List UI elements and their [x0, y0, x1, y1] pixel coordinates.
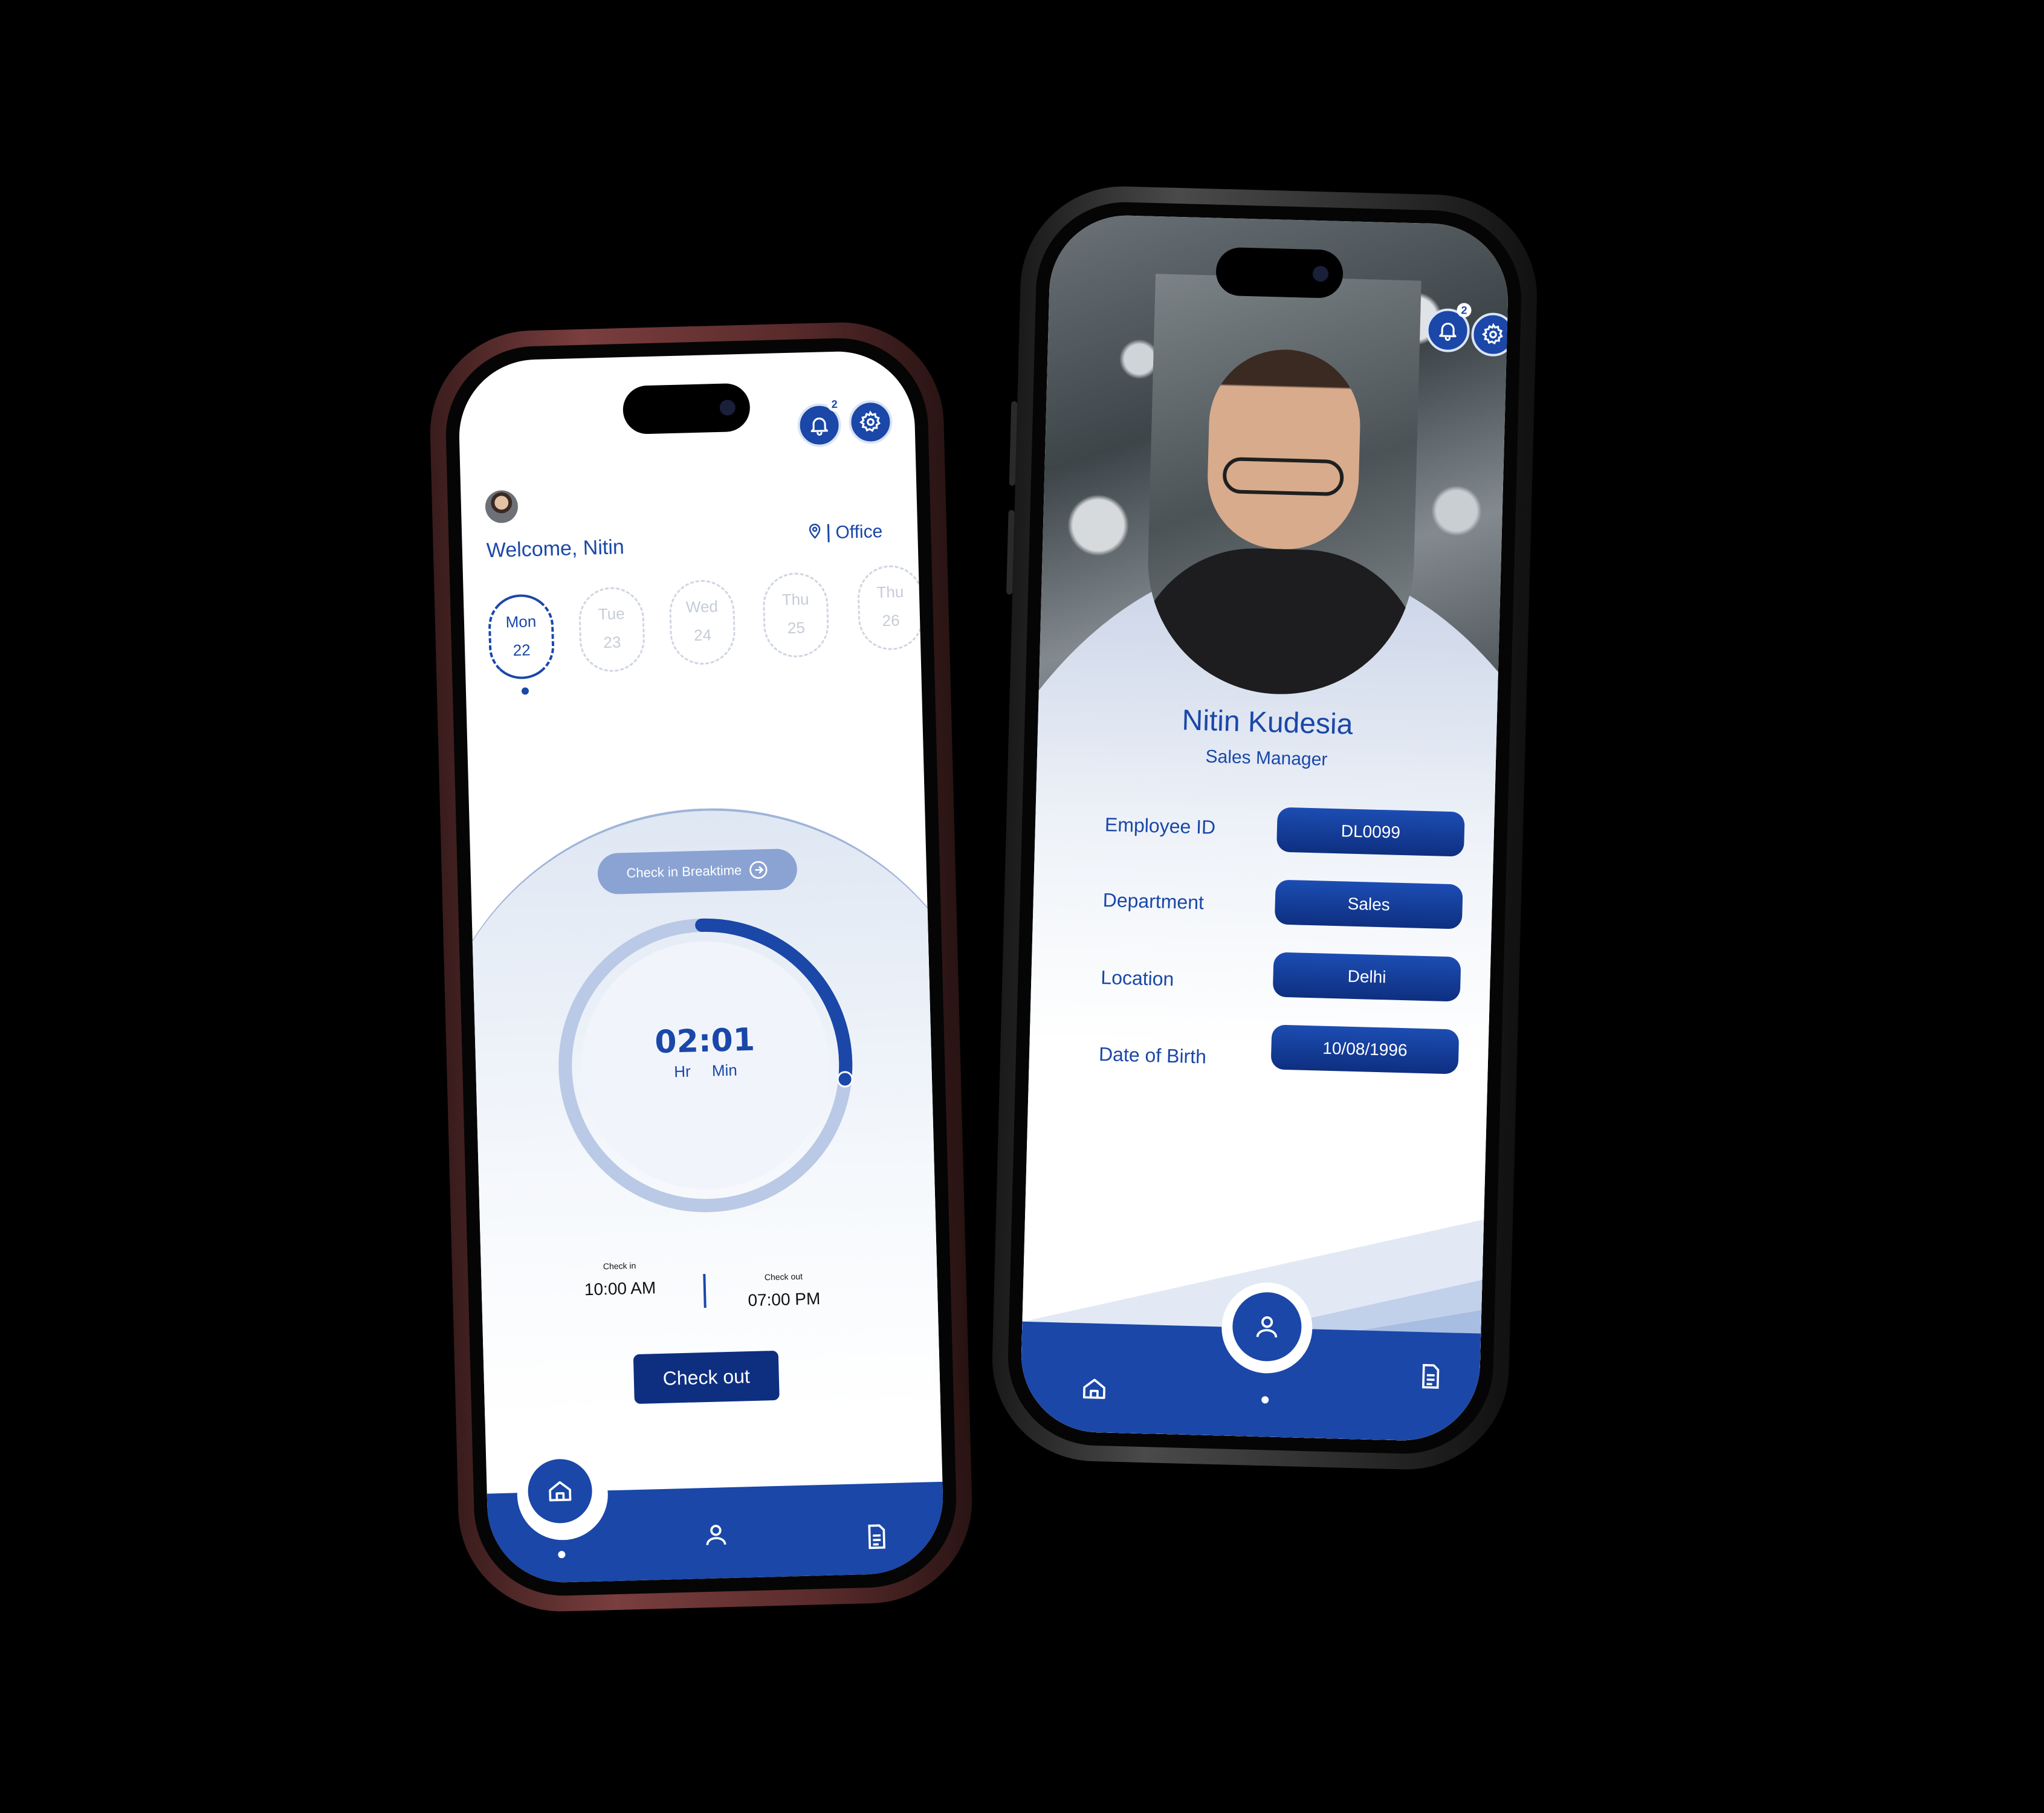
- portrait-face: [1206, 347, 1362, 551]
- welcome-text: Welcome, Nitin: [486, 535, 625, 563]
- user-icon: [1256, 1316, 1278, 1338]
- day-date: 24: [693, 625, 712, 645]
- day-name: Wed: [685, 597, 719, 616]
- department-value: Sales: [1274, 879, 1463, 929]
- min-label: Min: [711, 1061, 738, 1080]
- location-label: Office: [835, 521, 883, 543]
- day-date: 25: [787, 618, 806, 638]
- day-item[interactable]: Thu 26: [856, 564, 925, 651]
- stage: 2 Welcome, Nitin Office Mon 22 Tue 23 We…: [0, 0, 2044, 1813]
- day-item[interactable]: Thu 25: [762, 572, 830, 659]
- day-item[interactable]: Mon 22: [487, 593, 555, 680]
- day-date: 22: [513, 641, 531, 659]
- hr-label: Hr: [673, 1062, 691, 1081]
- nav-documents-button[interactable]: [862, 1523, 890, 1550]
- document-icon: [1421, 1363, 1440, 1389]
- document-icon: [868, 1524, 885, 1550]
- day-name: Thu: [781, 590, 809, 609]
- day-name: Tue: [598, 604, 625, 624]
- gear-icon: [859, 410, 881, 432]
- location-value: Delhi: [1272, 952, 1461, 1002]
- location-label: Location: [1100, 966, 1174, 991]
- portrait-glasses: [1222, 456, 1344, 497]
- volume-button: [1009, 401, 1018, 486]
- nav-profile-button[interactable]: [702, 1521, 729, 1548]
- day-item[interactable]: Wed 24: [668, 579, 736, 666]
- right-phone-bezel: 2 Nitin Kudesia Sales Manager Employee I…: [1006, 199, 1524, 1456]
- notification-badge: 2: [827, 396, 843, 412]
- location-indicator[interactable]: Office: [808, 522, 883, 544]
- day-name: Mon: [505, 612, 537, 632]
- check-out-info: Check out 07:00 PM: [747, 1271, 821, 1310]
- profile-portrait: [1144, 273, 1421, 698]
- timer-readout: 02:01 Hr Min: [557, 1019, 854, 1084]
- date-of-birth-label: Date of Birth: [1098, 1042, 1207, 1068]
- employee-id-value: DL0099: [1276, 807, 1465, 857]
- check-out-button[interactable]: Check out: [633, 1350, 780, 1404]
- bell-icon: [810, 417, 829, 436]
- pin-icon: [808, 523, 822, 545]
- dynamic-island: [1215, 247, 1344, 299]
- check-out-label: Check out: [764, 1271, 803, 1282]
- gear-icon: [1481, 323, 1503, 345]
- settings-button[interactable]: [848, 399, 893, 445]
- date-of-birth-value: 10/08/1996: [1270, 1024, 1460, 1075]
- nav-documents-button[interactable]: [1417, 1363, 1444, 1390]
- left-phone-bezel: 2 Welcome, Nitin Office Mon 22 Tue 23 We…: [444, 335, 959, 1598]
- breaktime-label: Check in Breaktime: [626, 862, 742, 881]
- location-separator: [827, 524, 830, 543]
- day-date: 23: [603, 633, 621, 652]
- notification-button[interactable]: 2: [797, 396, 843, 448]
- arrow-right-circle-icon: [749, 861, 768, 879]
- check-in-info: Check in 10:00 AM: [584, 1260, 656, 1299]
- home-icon: [549, 1481, 572, 1502]
- check-in-breaktime-button[interactable]: Check in Breaktime: [597, 848, 798, 895]
- employee-id-label: Employee ID: [1104, 813, 1216, 838]
- day-date: 26: [882, 611, 900, 630]
- user-icon: [706, 1525, 726, 1545]
- day-name: Thu: [876, 583, 904, 602]
- nav-home-button[interactable]: [1081, 1375, 1108, 1402]
- profile-screen: 2 Nitin Kudesia Sales Manager Employee I…: [1019, 213, 1510, 1443]
- department-label: Department: [1102, 889, 1205, 914]
- volume-button: [1006, 509, 1015, 595]
- home-icon: [1082, 1378, 1105, 1399]
- check-out-time: 07:00 PM: [748, 1289, 821, 1310]
- check-in-time: 10:00 AM: [584, 1278, 656, 1299]
- avatar[interactable]: [485, 490, 519, 524]
- dynamic-island: [622, 383, 751, 435]
- day-item[interactable]: Tue 23: [578, 586, 646, 673]
- check-in-label: Check in: [603, 1260, 636, 1272]
- right-phone: 2 Nitin Kudesia Sales Manager Employee I…: [989, 184, 1540, 1472]
- bell-icon: [1439, 322, 1457, 341]
- home-screen: 2 Welcome, Nitin Office Mon 22 Tue 23 We…: [457, 349, 945, 1585]
- day-selector: Mon 22 Tue 23 Wed 24 Thu 25 Thu 26: [487, 564, 945, 687]
- timer-time: 02:01: [654, 1021, 755, 1061]
- left-phone: 2 Welcome, Nitin Office Mon 22 Tue 23 We…: [427, 320, 975, 1614]
